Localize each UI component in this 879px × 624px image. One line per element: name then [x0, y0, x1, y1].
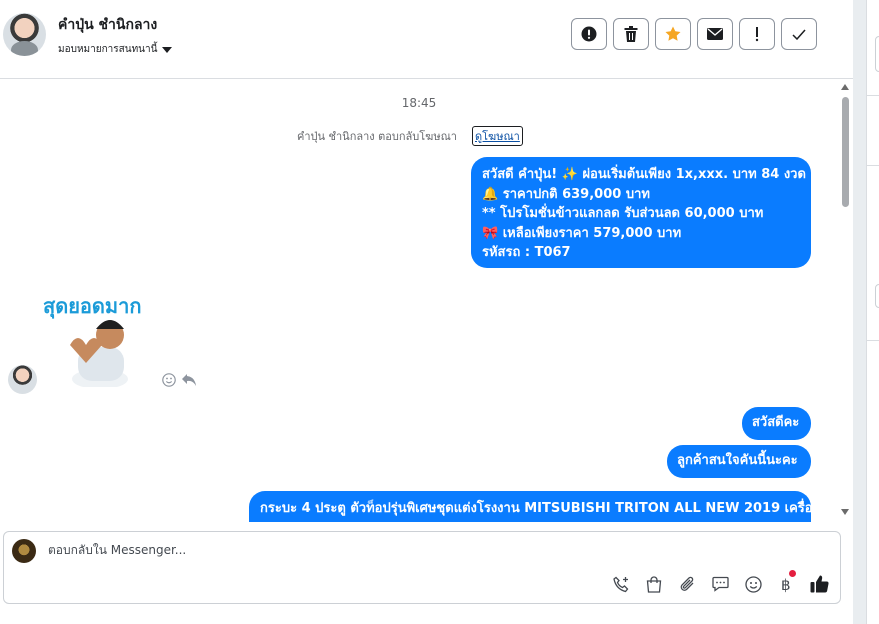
sticker-caption: สุดยอดมาก: [43, 294, 141, 319]
assign-conversation-dropdown[interactable]: มอบหมายการสนทนานี้: [58, 42, 173, 57]
assign-label: มอบหมายการสนทนานี้: [58, 44, 158, 55]
view-ad-link[interactable]: ดูโฆษณา: [472, 126, 523, 146]
like-button[interactable]: [808, 573, 830, 595]
follow-up-button[interactable]: [739, 18, 775, 50]
svg-text:฿: ฿: [781, 576, 791, 593]
contact-name[interactable]: คำปุ่น ชำนิกลาง: [58, 14, 157, 36]
page-avatar: [12, 539, 36, 563]
panel-divider: [867, 95, 879, 96]
interest-message-bubble[interactable]: ลูกค้าสนใจคันนี้นะคะ: [667, 445, 811, 478]
mark-spam-button[interactable]: [571, 18, 607, 50]
sticker-image[interactable]: สุดยอดมาก: [40, 287, 158, 387]
checkmark-icon: [792, 29, 806, 40]
mark-done-button[interactable]: [781, 18, 817, 50]
phone-plus-icon: [612, 576, 628, 592]
thread-scrollbar[interactable]: [838, 79, 853, 522]
scroll-thumb[interactable]: [842, 97, 849, 207]
promo-line: สวัสดี คำปุ่น! ✨ ผ่อนเริ่มต้นเพียง 1x,xx…: [482, 167, 806, 182]
panel-divider: [867, 340, 879, 341]
payment-button[interactable]: ฿: [775, 570, 797, 595]
composer-tools: ฿: [610, 570, 830, 595]
panel-divider: [867, 165, 879, 166]
promo-line: 🔔 ราคาปกติ 639,000 บาท: [482, 186, 650, 202]
emoji-button[interactable]: [742, 573, 764, 595]
reply-arrow-icon[interactable]: [181, 373, 197, 387]
delete-button[interactable]: [613, 18, 649, 50]
ad-reply-notice: คำปุ่น ชำนิกลาง ตอบกลับโฆษณา: [297, 130, 457, 143]
message-hover-tools: [162, 373, 197, 387]
greeting-message-bubble[interactable]: สวัสดีคะ: [742, 407, 811, 440]
shopping-bag-icon: [646, 575, 662, 593]
envelope-icon: [707, 28, 723, 40]
conversation-actions: [571, 18, 817, 50]
exclamation-icon: [755, 27, 759, 42]
message-timestamp: 18:45: [401, 96, 437, 110]
thumbs-up-icon: [810, 575, 829, 593]
contact-avatar[interactable]: [3, 13, 46, 56]
saved-replies-button[interactable]: [709, 573, 731, 595]
scroll-up-arrow-icon[interactable]: [841, 84, 849, 90]
reply-input[interactable]: [48, 543, 548, 557]
smiley-icon: [744, 575, 762, 593]
inbox-conversation-pane: คำปุ่น ชำนิกลาง มอบหมายการสนทนานี้ 18:45…: [0, 0, 853, 624]
baht-icon: ฿: [781, 576, 791, 593]
vehicle-description-bubble[interactable]: กระบะ 4 ประตู ตัวท็อปรุ่นพิเศษชุดแต่งโรง…: [249, 491, 811, 522]
promo-line: 🎀 เหลือเพียงราคา 579,000 บาท: [482, 225, 682, 241]
caret-down-icon: [162, 46, 173, 53]
promo-message-bubble[interactable]: สวัสดี คำปุ่น! ✨ ผ่อนเริ่มต้นเพียง 1x,xx…: [471, 157, 811, 268]
message-thread[interactable]: 18:45 คำปุ่น ชำนิกลาง ตอบกลับโฆษณา ดูโฆษ…: [0, 79, 838, 522]
promo-line: รหัสรถ : T067: [482, 245, 571, 260]
customer-details-panel: [866, 0, 879, 624]
promo-line: ** โปรโมชั่นข้าวแลกลด รับส่วนลด 60,000 บ…: [482, 206, 764, 221]
call-button[interactable]: [610, 573, 632, 595]
message-composer: ฿: [3, 531, 841, 604]
react-smiley-icon[interactable]: [162, 373, 176, 387]
alert-circle-icon: [581, 26, 597, 42]
shop-button[interactable]: [643, 573, 665, 595]
mark-unread-button[interactable]: [697, 18, 733, 50]
notification-dot: [789, 570, 796, 577]
panel-field[interactable]: [875, 284, 879, 308]
trash-icon: [624, 26, 638, 42]
attach-button[interactable]: [676, 573, 698, 595]
sender-avatar[interactable]: [8, 365, 37, 394]
star-button[interactable]: [655, 18, 691, 50]
chat-bubble-icon: [711, 576, 729, 592]
paperclip-icon: [680, 576, 693, 591]
panel-field[interactable]: [875, 36, 879, 72]
conversation-header: คำปุ่น ชำนิกลาง มอบหมายการสนทนานี้: [0, 0, 853, 79]
scroll-down-arrow-icon[interactable]: [841, 509, 849, 515]
star-icon: [665, 26, 681, 41]
